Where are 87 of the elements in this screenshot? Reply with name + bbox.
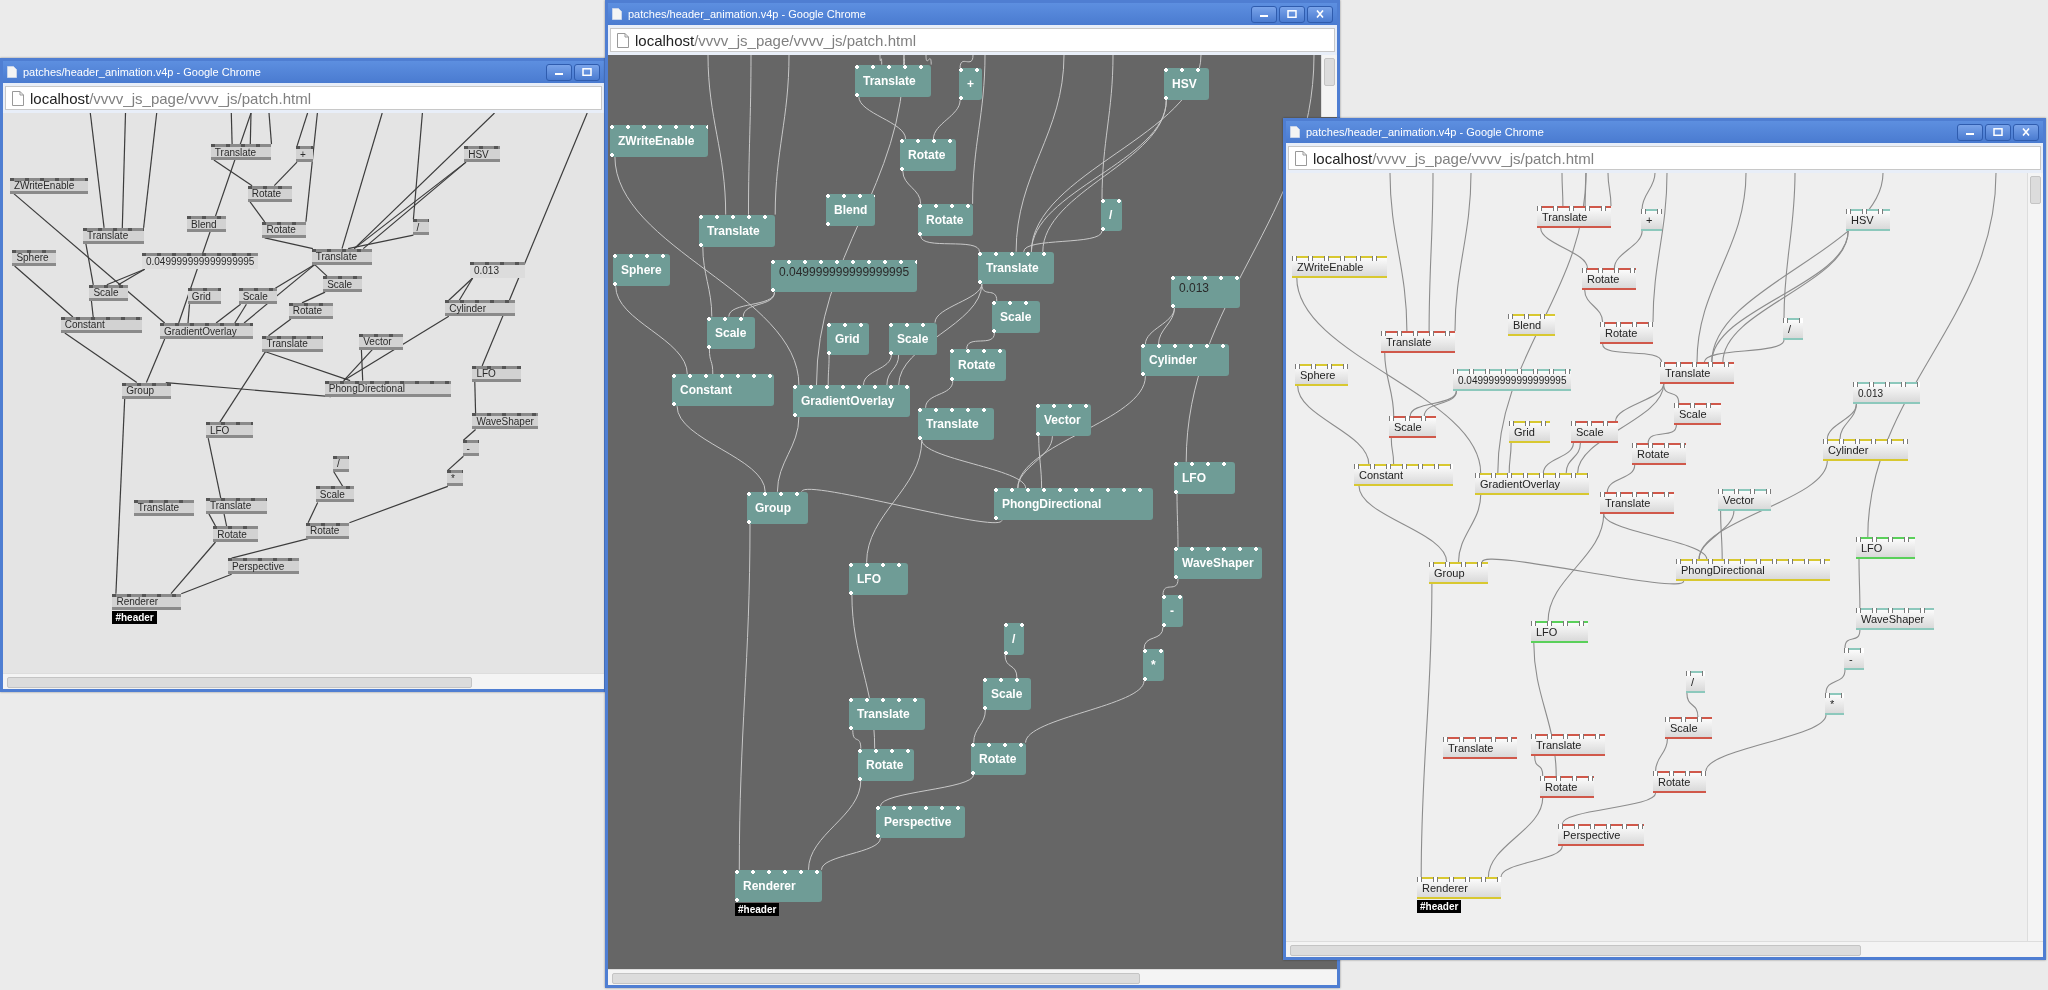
patch-node[interactable]: Rotate bbox=[1653, 771, 1706, 793]
patch-node[interactable]: Group bbox=[1429, 562, 1488, 584]
patch-node[interactable]: Scale bbox=[1389, 416, 1436, 438]
patch-node[interactable]: Translate bbox=[133, 499, 195, 516]
patch-node[interactable]: Constant bbox=[1354, 464, 1453, 486]
patch-node[interactable]: Perspective bbox=[1558, 824, 1644, 846]
window-title: patches/header_animation.v4p - Google Chrome bbox=[628, 8, 867, 20]
patch-node[interactable]: 0.013 bbox=[1853, 382, 1920, 404]
window-title: patches/header_animation.v4p - Google Chrome bbox=[1306, 126, 1545, 138]
patch-node[interactable]: LFO bbox=[1856, 537, 1915, 559]
patch-node[interactable]: Sphere bbox=[12, 249, 56, 266]
patch-node[interactable]: Translate bbox=[1660, 362, 1734, 384]
patch-node[interactable]: LFO bbox=[472, 365, 521, 382]
element-tag: #header bbox=[1417, 900, 1462, 913]
patch-node[interactable]: Translate bbox=[1381, 331, 1455, 353]
patch-node[interactable]: 0.013 bbox=[1171, 275, 1240, 308]
patch-node[interactable]: 0.049999999999999995 bbox=[771, 260, 918, 293]
patch-node[interactable]: Translate bbox=[311, 248, 373, 265]
patch-node[interactable]: Sphere bbox=[1295, 364, 1348, 386]
patch-node[interactable]: Vector bbox=[359, 333, 403, 350]
patch-node[interactable]: Scale bbox=[1665, 717, 1712, 739]
patch-node[interactable]: HSV bbox=[464, 146, 501, 163]
patch-node[interactable]: Cylinder bbox=[1823, 439, 1908, 461]
patch-node[interactable]: - bbox=[462, 440, 479, 457]
patch-node[interactable]: Rotate bbox=[213, 526, 258, 542]
patch-node[interactable]: / bbox=[1686, 671, 1705, 693]
window-title: patches/header_animation.v4p - Google Chrome bbox=[23, 66, 262, 78]
patch-node[interactable]: Scale bbox=[1571, 421, 1618, 443]
patch-node[interactable]: / bbox=[333, 455, 349, 472]
patch-node[interactable]: WaveShaper bbox=[472, 413, 538, 430]
patch-node[interactable]: / bbox=[1783, 318, 1803, 340]
patch-node[interactable]: LFO bbox=[205, 422, 253, 439]
element-tag: #header bbox=[735, 902, 780, 916]
patch-node[interactable]: Rotate bbox=[247, 185, 292, 202]
patch-node[interactable]: Constant bbox=[60, 316, 142, 333]
patch-node[interactable]: GradientOverlay bbox=[159, 323, 254, 339]
patch-node[interactable]: PhongDirectional bbox=[1676, 559, 1830, 581]
patch-node[interactable]: Renderer bbox=[1417, 877, 1501, 899]
patch-node[interactable]: HSV bbox=[1846, 209, 1890, 231]
patch-node[interactable]: Scale bbox=[323, 276, 362, 293]
patch-node[interactable]: 0.049999999999999995 bbox=[1453, 369, 1572, 391]
patch-node[interactable]: Scale bbox=[238, 288, 278, 305]
patch-node[interactable]: Scale bbox=[315, 486, 355, 503]
patch-node[interactable]: * bbox=[446, 470, 463, 487]
patch-node[interactable]: Renderer bbox=[112, 593, 182, 610]
patch-node[interactable]: Translate bbox=[1537, 206, 1611, 228]
patch-node[interactable]: Rotate bbox=[1540, 776, 1594, 798]
patch-node[interactable]: Blend bbox=[1508, 314, 1555, 336]
patch-node[interactable]: ZWriteEnable bbox=[1292, 256, 1387, 278]
patch-node[interactable]: WaveShaper bbox=[1856, 608, 1934, 630]
patch-node[interactable]: Scale bbox=[1674, 403, 1721, 425]
patch-node[interactable]: Rotate bbox=[1632, 443, 1686, 465]
patch-node[interactable]: Rotate bbox=[1582, 268, 1636, 290]
patch-node[interactable]: + bbox=[1641, 209, 1662, 231]
patch-node[interactable]: Perspective bbox=[228, 558, 299, 575]
patch-node[interactable]: Translate bbox=[1531, 734, 1605, 756]
patch-node[interactable]: Grid bbox=[187, 288, 222, 305]
patch-node[interactable]: - bbox=[1844, 648, 1864, 670]
patch-node[interactable]: Vector bbox=[1718, 489, 1771, 511]
address-field[interactable]: localhost/vvvv_js_page/vvvv_js/patch.html bbox=[5, 86, 602, 110]
patch-node[interactable]: Translate bbox=[1600, 492, 1674, 514]
patch-node[interactable]: GradientOverlay bbox=[1475, 473, 1589, 495]
patch-node[interactable]: + bbox=[296, 146, 314, 163]
patch-node[interactable]: ZWriteEnable bbox=[9, 177, 88, 194]
patch-node[interactable]: Scale bbox=[89, 284, 128, 301]
patch-node[interactable]: Translate bbox=[1443, 737, 1517, 759]
patch-node[interactable]: Grid bbox=[1509, 421, 1550, 443]
patch-node[interactable]: Cylinder bbox=[445, 300, 515, 317]
patch-node[interactable]: Rotate bbox=[288, 302, 333, 319]
patch-node[interactable]: Blend bbox=[187, 216, 226, 233]
patch-node[interactable]: * bbox=[1825, 693, 1844, 715]
patch-node[interactable]: / bbox=[412, 219, 429, 236]
patch-node[interactable]: Rotate bbox=[305, 522, 350, 539]
patch-node[interactable]: 0.013 bbox=[469, 262, 525, 278]
patch-node[interactable]: Translate bbox=[82, 227, 144, 244]
patch-node[interactable]: LFO bbox=[1531, 621, 1588, 643]
address-field[interactable]: localhost/vvvv_js_page/vvvv_js/patch.html bbox=[610, 28, 1335, 52]
element-tag: #header bbox=[112, 610, 157, 624]
patch-node[interactable]: Group bbox=[122, 382, 171, 399]
patch-node[interactable]: Translate bbox=[205, 497, 267, 514]
patch-node[interactable]: PhongDirectional bbox=[324, 380, 452, 397]
address-field[interactable]: localhost/vvvv_js_page/vvvv_js/patch.html bbox=[1288, 146, 2041, 170]
patch-node[interactable]: Rotate bbox=[262, 221, 306, 238]
patch-node[interactable]: Translate bbox=[210, 144, 272, 161]
patch-node[interactable]: Translate bbox=[262, 335, 324, 352]
patch-node[interactable]: 0.049999999999999995 bbox=[141, 253, 259, 270]
patch-node[interactable]: Rotate bbox=[1600, 322, 1653, 344]
